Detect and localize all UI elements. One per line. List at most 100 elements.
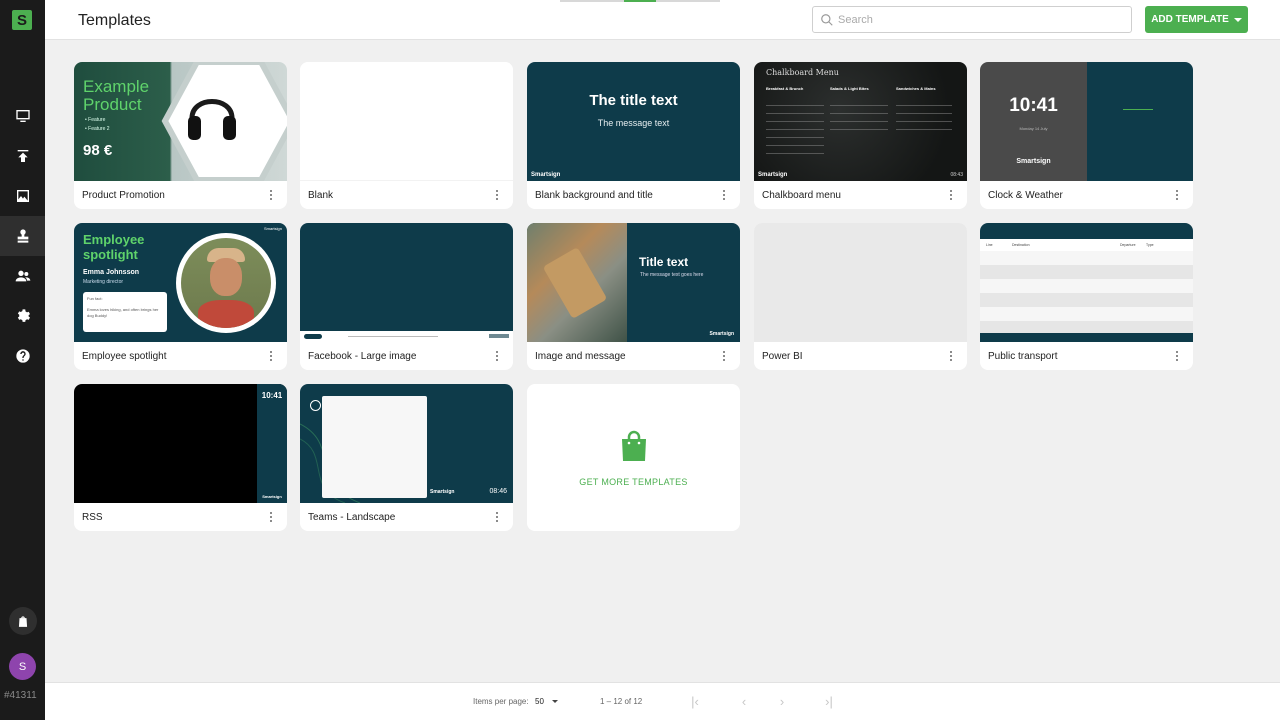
template-card-clock-weather[interactable]: 10:41 Monday 14 July Smartsign Clock & W…: [980, 62, 1193, 209]
smartsign-logo: Smartsign: [758, 172, 788, 178]
promo-title-line1: Example: [83, 77, 150, 96]
monitor-icon: [15, 110, 30, 122]
last-page-icon[interactable]: ›|: [822, 694, 836, 709]
template-card-facebook-large-image[interactable]: Facebook - Large image: [300, 223, 513, 370]
spotlight-title-line2: spotlight: [83, 247, 138, 262]
sidebar-item-publish[interactable]: [0, 136, 45, 176]
template-thumbnail: 10:41 Smartsign: [74, 384, 287, 503]
promo-price: 98 €: [83, 142, 113, 159]
template-card-power-bi[interactable]: Power BI: [754, 223, 967, 370]
view-tab-indicator: [560, 0, 720, 2]
template-card-blank-background-title[interactable]: The title text The message text Smartsig…: [527, 62, 740, 209]
transport-header-bar: [980, 223, 1193, 239]
fun-fact-text: Emma loves hiking, and often brings her …: [87, 307, 159, 318]
template-name: Blank: [308, 190, 334, 201]
get-more-templates-card[interactable]: GET MORE TEMPLATES: [527, 384, 740, 531]
more-options-icon[interactable]: [718, 350, 730, 362]
add-template-button[interactable]: ADD TEMPLATE: [1145, 6, 1248, 33]
shopping-bag-icon: [621, 430, 646, 461]
sidebar-item-media[interactable]: [0, 176, 45, 216]
more-options-icon[interactable]: [265, 350, 277, 362]
employee-name: Emma Johnsson: [83, 269, 140, 276]
template-card-blank[interactable]: Blank: [300, 62, 513, 209]
smartsign-logo: [489, 334, 509, 338]
more-options-icon[interactable]: [1171, 189, 1183, 201]
more-options-icon[interactable]: [945, 189, 957, 201]
rss-time: 10:41: [261, 391, 283, 400]
template-thumbnail: Employee spotlight Emma Johnsson Marketi…: [74, 223, 287, 342]
upload-icon: [17, 150, 28, 162]
template-card-employee-spotlight[interactable]: Employee spotlight Emma Johnsson Marketi…: [74, 223, 287, 370]
get-more-templates-label: GET MORE TEMPLATES: [579, 476, 688, 487]
promo-title-line2: Product: [83, 95, 142, 114]
template-thumbnail: Title text The message text goes here Sm…: [527, 223, 740, 342]
app-logo[interactable]: S: [12, 10, 32, 30]
template-name: Power BI: [762, 351, 803, 362]
stamp-icon: [17, 229, 28, 243]
next-page-icon[interactable]: ›: [775, 694, 789, 709]
store-button[interactable]: [9, 607, 37, 635]
fun-fact-label: Fun fact:: [87, 296, 103, 301]
more-options-icon[interactable]: [265, 189, 277, 201]
more-options-icon[interactable]: [491, 350, 503, 362]
menu-column-heading: Breakfast & Brunch: [766, 86, 804, 91]
smartsign-logo: Smartsign: [1016, 158, 1051, 165]
transport-footer-bar: [980, 333, 1193, 342]
sidebar-item-help[interactable]: [0, 336, 45, 376]
column-header: Line: [986, 243, 993, 247]
template-card-image-and-message[interactable]: Title text The message text goes here Sm…: [527, 223, 740, 370]
thumb-message: The message text goes here: [640, 272, 704, 278]
sidebar: S S #41311: [0, 0, 45, 720]
template-thumbnail: Chalkboard Menu Breakfast & Brunch Salad…: [754, 62, 967, 181]
template-card-public-transport[interactable]: Line Destination Departure Type Public t…: [980, 223, 1193, 370]
more-options-icon[interactable]: [491, 189, 503, 201]
clock-time: 10:41: [1009, 95, 1058, 116]
pagination-bar: Items per page: 50 1 – 12 of 12 |‹ ‹ › ›…: [45, 682, 1280, 720]
search-box[interactable]: [812, 6, 1132, 33]
facebook-footer-bar: [300, 331, 513, 342]
template-name: Product Promotion: [82, 190, 165, 201]
template-card-product-promotion[interactable]: Example Product • Feature • Feature 2 98…: [74, 62, 287, 209]
employee-photo: [181, 238, 271, 328]
more-options-icon[interactable]: [265, 511, 277, 523]
first-page-icon[interactable]: |‹: [688, 694, 702, 709]
previous-page-icon[interactable]: ‹: [737, 694, 751, 709]
template-thumbnail: Example Product • Feature • Feature 2 98…: [74, 62, 287, 181]
template-thumbnail: Smartsign 08:46: [300, 384, 513, 503]
shopping-bag-icon: [18, 616, 28, 627]
add-template-label: ADD TEMPLATE: [1151, 14, 1229, 25]
sidebar-item-users[interactable]: [0, 256, 45, 296]
template-thumbnail: Line Destination Departure Type: [980, 223, 1193, 342]
top-bar: Templates ADD TEMPLATE: [45, 0, 1280, 40]
items-per-page-select[interactable]: 50: [535, 697, 544, 706]
template-card-teams-landscape[interactable]: Smartsign 08:46 Teams - Landscape: [300, 384, 513, 531]
clock-date: Monday 14 July: [1019, 126, 1048, 131]
sidebar-item-screens[interactable]: [0, 96, 45, 136]
weather-divider: [1123, 109, 1153, 110]
smartsign-logo: Smartsign: [709, 331, 734, 337]
sidebar-item-settings[interactable]: [0, 296, 45, 336]
more-options-icon[interactable]: [1171, 350, 1183, 362]
teams-avatar-icon: [310, 400, 321, 411]
more-options-icon[interactable]: [718, 189, 730, 201]
search-input[interactable]: [838, 11, 1118, 29]
template-thumbnail: [300, 62, 513, 181]
user-avatar[interactable]: S: [9, 653, 36, 680]
fun-fact-box: Fun fact: Emma loves hiking, and often b…: [83, 292, 167, 332]
sidebar-item-templates[interactable]: [0, 216, 45, 256]
template-name: Teams - Landscape: [308, 512, 396, 523]
more-options-icon[interactable]: [491, 511, 503, 523]
template-card-chalkboard-menu[interactable]: Chalkboard Menu Breakfast & Brunch Salad…: [754, 62, 967, 209]
menu-lines: [766, 98, 824, 154]
promo-bullet: • Feature 2: [85, 126, 110, 132]
thumb-title: Title text: [639, 255, 689, 269]
template-card-rss[interactable]: 10:41 Smartsign RSS: [74, 384, 287, 531]
office-photo: [527, 223, 627, 342]
more-options-icon[interactable]: [945, 350, 957, 362]
facebook-caption-line: [348, 336, 438, 337]
facebook-badge: [304, 334, 322, 339]
template-thumbnail: [300, 223, 513, 342]
promo-title: Example Product: [83, 78, 149, 114]
chevron-down-icon[interactable]: [552, 700, 558, 703]
photo-body: [198, 300, 254, 328]
